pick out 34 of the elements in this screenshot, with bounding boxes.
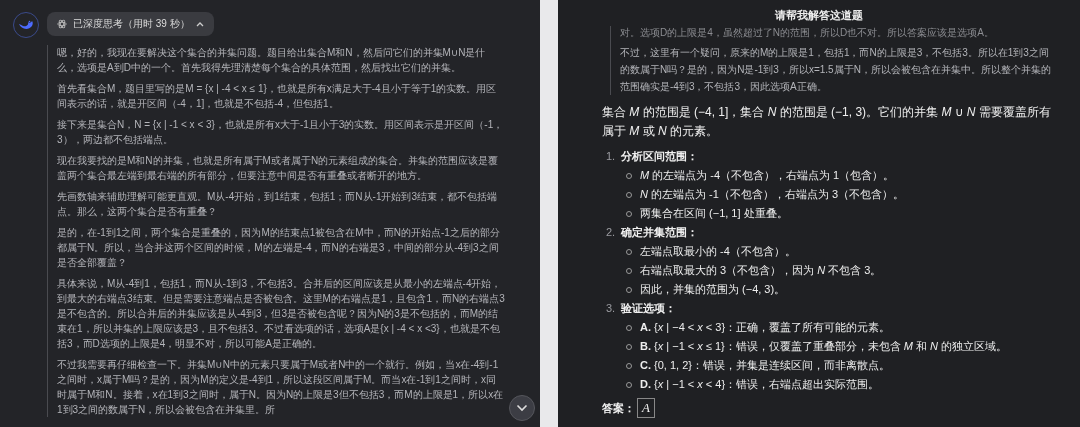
thought-paragraph: 首先看集合M，题目里写的是M = {x | -4 < x ≤ 1}，也就是所有x满足大于-4且小于等于1的实数。用区间表示的话，就是开区间（-4，1]，也就是不包括-4，但包括1。	[57, 82, 498, 111]
step-point: 两集合在区间 (−1, 1] 处重叠。	[640, 206, 788, 221]
step-point: B. {x | −1 < x ≤ 1}：错误，仅覆盖了重叠部分，未包含 M 和 N 的独立区域。	[640, 339, 1008, 354]
thought-paragraph: 先画数轴来辅助理解可能更直观。M从-4开始，到1结束，包括1；而N从-1开始到3结束，都不包括端点。那么，这两个集合是否有重叠？	[57, 190, 499, 219]
step-point: 左端点取最小的 -4（不包含）。	[640, 244, 796, 259]
step-number: 1.	[606, 149, 616, 164]
step-point: 右端点取最大的 3（不包含），因为 N 不包含 3。	[640, 263, 882, 278]
thought-paragraph: 现在我要找的是M和N的并集，也就是所有属于M或者属于N的元素组成的集合。并集的范围应该是覆盖两个集合最左端到最右端的所有部分，但要注意中间是否有重叠或者断开的地方。	[57, 154, 500, 183]
thought-paragraph: 不过我需要再仔细检查一下。并集M∪N中的元素只要属于M或者N中的一个就行。例如，当x在-4到-1之间时，x属于M吗？是的，因为M的定义是-4到1，所以这段区间属于M。而当x在-1到1之间时，x同时属于M和N。接着，x在1到3之间时，属于N。因为N的上限是3但不包括3，而M的上限是1，所以x在1到3之间的数属于N，所以会被包含在并集里。所	[57, 358, 505, 417]
scroll-down-button[interactable]	[509, 395, 535, 421]
thinking-toggle[interactable]: 已深度思考（用时 39 秒）	[47, 12, 214, 36]
step-number: 3.	[606, 301, 616, 316]
answer-box: A	[637, 398, 655, 418]
thought-paragraph: 对。选项D的上限是4，虽然超过了N的范围，所以D也不对。所以答案应该是选项A。	[620, 26, 995, 39]
step-point: D. {x | −1 < x < 4}：错误，右端点超出实际范围。	[640, 377, 880, 392]
thought-paragraph: 接下来是集合N，N = {x | -1 < x < 3}，也就是所有x大于-1且小于3的实数。用区间表示是开区间（-1，3），两边都不包括端点。	[57, 118, 505, 147]
answer-paragraph: 集合 M 的范围是 (−4, 1]，集合 N 的范围是 (−1, 3)。它们的并集 M ∪ N 需要覆盖所有属于 M 或 N 的元素。	[602, 104, 1052, 140]
step-point: A. {x | −4 < x < 3}：正确，覆盖了所有可能的元素。	[640, 320, 891, 335]
step-point: M 的左端点为 -4（不包含），右端点为 1（包含）。	[640, 168, 895, 183]
chevron-down-icon	[516, 404, 528, 412]
step-number: 2.	[606, 225, 616, 240]
thought-paragraph: 嗯，好的，我现在要解决这个集合的并集问题。题目给出集合M和N，然后问它们的并集M∪N是什么，选项是A到D中的一个。首先我得先理清楚每个集合的具体范围，然后找出它们的并集。	[57, 46, 487, 75]
step-point: N 的左端点为 -1（不包含），右端点为 3（不包含）。	[640, 187, 905, 202]
thought-paragraph: 具体来说，M从-4到1，包括1，而N从-1到3，不包括3。合并后的区间应该是从最小的左端点-4开始，到最大的右端点3结束。但是需要注意端点是否被包含。这里M的右端点是1，且包含1，而N的右端点3是不包含的。所以合并后的并集应该是从-4到3，但3是否被包含呢？因为N的3是不包括的，而M的结束在1，所以并集的上限应该是3，且不包括3。不过看选项的话，选项A是{x | -4 < x <3}，也就是不包括3，而D选项的上限是4，明显不对，所以可能A是正确的。	[57, 277, 505, 351]
answer-label: 答案：	[602, 400, 635, 416]
step-title: 分析区间范围：	[621, 149, 699, 164]
chat-title: 请帮我解答这道题	[774, 8, 864, 23]
step-point: 因此，并集的范围为 (−4, 3)。	[640, 282, 786, 297]
thought-paragraph: 是的，在-1到1之间，两个集合是重叠的，因为M的结束点1被包含在M中，而N的开始点-1之后的部分都属于N。所以，当合并这两个区间的时候，M的左端是-4，而N的右端是3，中间的部分从-4到3之间是否全部覆盖？	[57, 226, 501, 270]
caret-icon	[195, 21, 204, 27]
step-title: 验证选项：	[621, 301, 677, 316]
step-title: 确定并集范围：	[621, 225, 699, 240]
step-point: C. {0, 1, 2}：错误，并集是连续区间，而非离散点。	[640, 358, 890, 373]
thought-paragraph: 不过，这里有一个疑问，原来的M的上限是1，包括1，而N的上限是3，不包括3。所以在1到3之间的数属于N吗？是的，因为N是-1到3，所以x=1.5属于N，所以会被包含在并集中。所以整个并集的范围确实是-4到3，不包括3，因此选项A正确。	[620, 46, 1052, 94]
